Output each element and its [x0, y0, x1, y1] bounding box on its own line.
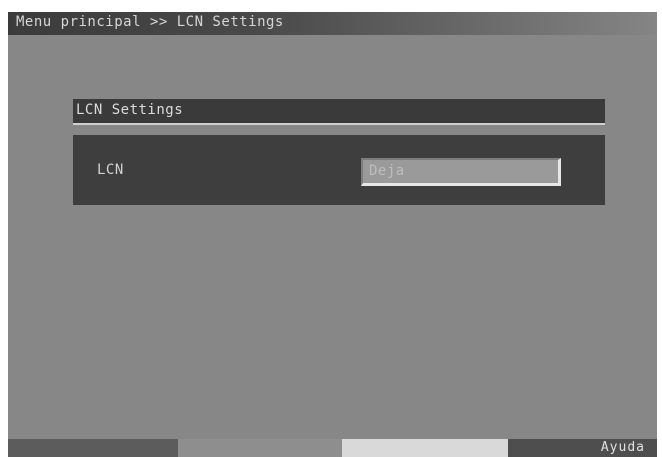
settings-list: LCN Deja: [73, 135, 605, 205]
panel-header: LCN Settings: [73, 99, 605, 125]
yellow-function-key[interactable]: [342, 439, 508, 457]
setting-label-lcn: LCN: [97, 162, 124, 178]
tv-menu-screen: Menu principal >> LCN Settings LCN Setti…: [8, 12, 657, 457]
title-bar: Menu principal >> LCN Settings: [8, 12, 657, 35]
function-key-bar: Ayuda: [8, 439, 657, 457]
lcn-settings-panel: LCN Settings LCN Deja: [73, 99, 605, 207]
lcn-value-selector[interactable]: Deja: [361, 158, 561, 186]
red-function-key[interactable]: [8, 439, 178, 457]
breadcrumb: Menu principal >> LCN Settings: [16, 14, 284, 30]
green-function-key[interactable]: [178, 439, 342, 457]
help-function-key[interactable]: Ayuda: [508, 439, 657, 457]
lcn-value: Deja: [369, 163, 405, 179]
panel-title: LCN Settings: [76, 102, 184, 118]
